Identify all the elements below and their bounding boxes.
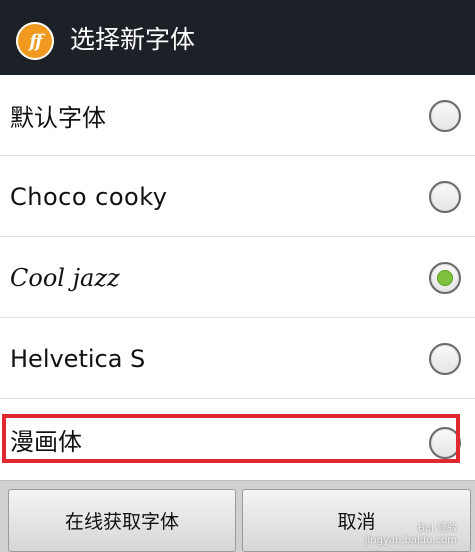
radio-button[interactable] <box>429 343 461 375</box>
font-select-dialog: ff 选择新字体 默认字体 Choco cooky Cool jazz Helv… <box>0 0 475 552</box>
font-option-comic[interactable]: 漫画体 <box>0 399 475 480</box>
font-option-label: Cool jazz <box>10 263 120 292</box>
font-option-choco-cooky[interactable]: Choco cooky <box>0 156 475 237</box>
app-logo-icon: ff <box>16 22 54 60</box>
font-option-cool-jazz[interactable]: Cool jazz <box>0 237 475 318</box>
font-option-label: 漫画体 <box>10 428 82 456</box>
font-option-label: Choco cooky <box>10 182 168 211</box>
radio-button[interactable] <box>429 427 461 459</box>
watermark-url: jingyan.baidu.com <box>364 535 457 546</box>
dialog-titlebar: ff 选择新字体 <box>0 0 475 75</box>
radio-button-selected[interactable] <box>429 262 461 294</box>
font-option-label: 默认字体 <box>10 104 106 132</box>
get-fonts-online-button[interactable]: 在线获取字体 <box>8 489 236 552</box>
radio-selected-dot-icon <box>438 271 452 285</box>
radio-button[interactable] <box>429 181 461 213</box>
dialog-title: 选择新字体 <box>70 25 196 54</box>
font-option-helvetica-s[interactable]: Helvetica S <box>0 318 475 399</box>
font-option-default[interactable]: 默认字体 <box>0 75 475 156</box>
watermark-text: Bai 经验 <box>418 523 457 534</box>
radio-button[interactable] <box>429 100 461 132</box>
app-logo-text: ff <box>29 30 42 52</box>
font-option-label: Helvetica S <box>10 344 146 373</box>
watermark: Bai 经验 jingyan.baidu.com <box>365 523 457 547</box>
